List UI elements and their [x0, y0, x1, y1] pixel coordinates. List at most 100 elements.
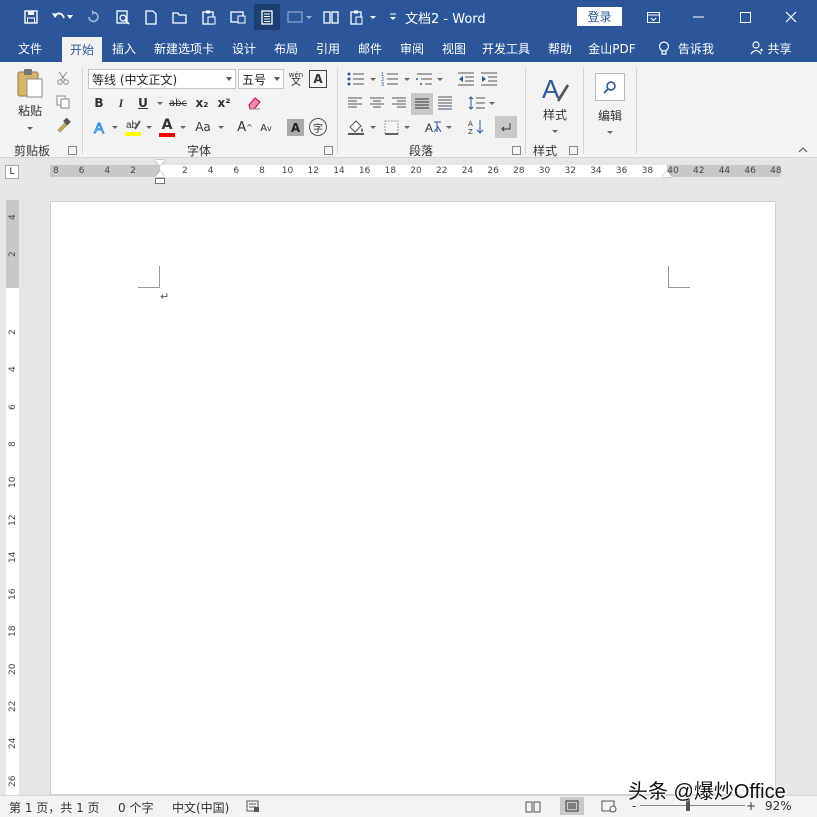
styles-dropdown-arrow[interactable] — [552, 129, 558, 133]
language-indicator[interactable]: 中文(中国) — [172, 799, 229, 816]
tab-new-tab[interactable]: 新建选项卡 — [148, 34, 220, 62]
bold-button[interactable]: B — [90, 93, 108, 113]
collapse-ribbon-icon[interactable] — [796, 144, 810, 156]
italic-button[interactable]: I — [112, 93, 130, 113]
paste-button[interactable]: 粘贴 — [12, 66, 48, 132]
tab-developer[interactable]: 开发工具 — [478, 34, 534, 62]
tab-insert[interactable]: 插入 — [104, 34, 144, 62]
print-preview-icon[interactable] — [110, 4, 136, 30]
superscript-button[interactable]: x² — [214, 93, 234, 113]
tab-layout[interactable]: 布局 — [266, 34, 306, 62]
tab-view[interactable]: 视图 — [434, 34, 474, 62]
copy-icon[interactable] — [54, 93, 72, 111]
document-page[interactable] — [50, 201, 776, 795]
word-count[interactable]: 0 个字 — [118, 799, 153, 816]
change-case-dropdown-arrow[interactable] — [218, 126, 224, 129]
tab-home[interactable]: 开始 — [62, 37, 102, 62]
show-formatting-marks-icon[interactable] — [495, 116, 517, 138]
tab-help[interactable]: 帮助 — [540, 34, 580, 62]
font-launcher-icon[interactable] — [324, 146, 333, 155]
chinese-layout-icon[interactable]: A — [422, 116, 444, 138]
paste-options-icon[interactable] — [346, 4, 380, 30]
new-document-icon[interactable] — [138, 4, 164, 30]
tab-design[interactable]: 设计 — [224, 34, 264, 62]
line-spacing-icon[interactable] — [466, 93, 488, 113]
page-count[interactable]: 第 1 页，共 1 页 — [9, 799, 100, 816]
multilevel-dropdown-arrow[interactable] — [437, 78, 443, 81]
chinese-layout-dropdown-arrow[interactable] — [446, 126, 452, 129]
text-effects-dropdown-arrow[interactable] — [112, 126, 118, 129]
clipboard-launcher-icon[interactable] — [68, 146, 77, 155]
styles-launcher-icon[interactable] — [569, 146, 578, 155]
strikethrough-button[interactable]: abc — [166, 93, 190, 113]
tab-review[interactable]: 审阅 — [392, 34, 432, 62]
ribbon-display-icon[interactable] — [630, 0, 676, 34]
paste-dropdown-arrow[interactable] — [27, 127, 33, 130]
editing-dropdown-arrow[interactable] — [607, 130, 613, 134]
justify-icon[interactable] — [411, 93, 433, 115]
page-layout-icon[interactable] — [283, 4, 317, 30]
editing-button[interactable]: 编辑 — [590, 68, 630, 138]
font-size-dropdown-arrow[interactable] — [274, 77, 280, 81]
align-left-icon[interactable] — [345, 93, 365, 113]
align-right-icon[interactable] — [389, 93, 409, 113]
tab-file[interactable]: 文件 — [10, 34, 50, 62]
tab-references[interactable]: 引用 — [308, 34, 348, 62]
bullets-icon[interactable] — [345, 70, 367, 88]
bullets-dropdown-arrow[interactable] — [370, 78, 376, 81]
grow-font-button[interactable]: A ^ — [236, 116, 254, 138]
tab-kingsoft-pdf[interactable]: 金山PDF — [584, 34, 640, 62]
numbering-dropdown-arrow[interactable] — [404, 78, 410, 81]
underline-button[interactable]: U — [134, 93, 152, 113]
login-button[interactable]: 登录 — [577, 7, 622, 26]
subscript-button[interactable]: x₂ — [192, 93, 212, 113]
font-color-dropdown-arrow[interactable] — [180, 126, 186, 129]
read-mode-icon[interactable] — [254, 4, 280, 30]
increase-indent-icon[interactable] — [478, 70, 500, 88]
redo-icon[interactable] — [80, 4, 106, 30]
maximize-icon[interactable] — [722, 0, 768, 34]
open-folder-icon[interactable] — [167, 4, 193, 30]
share-button[interactable]: 共享 — [746, 34, 796, 62]
zoom-slider-track[interactable] — [640, 805, 745, 806]
paragraph-launcher-icon[interactable] — [512, 146, 521, 155]
undo-icon[interactable] — [46, 4, 78, 30]
shading-icon[interactable] — [345, 116, 367, 138]
web-layout-view-icon[interactable] — [601, 800, 617, 816]
borders-icon[interactable] — [380, 116, 402, 138]
read-mode-view-icon[interactable] — [525, 800, 541, 816]
character-border-button[interactable]: A — [309, 70, 327, 88]
decrease-indent-icon[interactable] — [455, 70, 477, 88]
phonetic-guide-button[interactable]: wén 文 — [287, 69, 305, 89]
tell-me-search[interactable]: 告诉我 — [652, 34, 720, 62]
first-line-indent-marker[interactable] — [155, 160, 165, 166]
highlight-color-button[interactable]: ab — [122, 116, 144, 138]
numbering-icon[interactable]: 123 — [379, 70, 401, 88]
change-case-button[interactable]: Aa — [190, 116, 216, 138]
enclose-characters-button[interactable]: 字 — [309, 118, 327, 136]
two-page-icon[interactable] — [318, 4, 344, 30]
save-icon[interactable] — [18, 4, 44, 30]
minimize-icon[interactable] — [676, 0, 722, 34]
right-indent-marker[interactable] — [662, 171, 672, 177]
font-name-dropdown-arrow[interactable] — [226, 77, 232, 81]
line-spacing-dropdown-arrow[interactable] — [489, 102, 495, 105]
customize-toolbar-icon[interactable] — [383, 4, 403, 30]
borders-dropdown-arrow[interactable] — [404, 126, 410, 129]
left-indent-marker[interactable] — [155, 178, 165, 184]
shrink-font-button[interactable]: Av — [258, 118, 274, 138]
shading-dropdown-arrow[interactable] — [370, 126, 376, 129]
clear-formatting-icon[interactable] — [244, 93, 264, 113]
cut-icon[interactable] — [54, 69, 72, 87]
styles-button[interactable]: A 样式 — [533, 68, 577, 138]
align-center-icon[interactable] — [367, 93, 387, 113]
font-size-combo[interactable]: 五号 — [238, 69, 284, 89]
text-effects-icon[interactable]: A — [90, 116, 110, 138]
font-color-button[interactable]: A — [156, 116, 178, 138]
macro-record-icon[interactable] — [246, 800, 260, 816]
sort-icon[interactable]: AZ — [465, 116, 487, 138]
paste-icon[interactable] — [196, 4, 222, 30]
character-shading-button[interactable]: A — [287, 119, 304, 136]
screenshot-icon[interactable] — [225, 4, 251, 30]
distributed-icon[interactable] — [435, 93, 455, 113]
